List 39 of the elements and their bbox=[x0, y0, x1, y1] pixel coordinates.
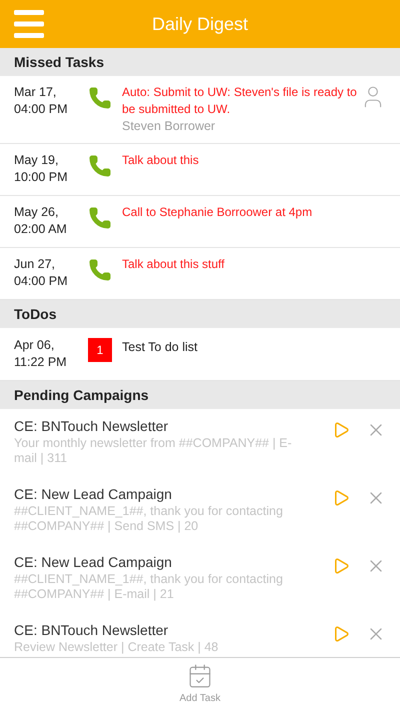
campaign-detail: Your monthly newsletter from ##COMPANY## | E-mail | 311 bbox=[14, 436, 293, 466]
task-date: Jun 27, bbox=[14, 256, 56, 273]
phone-icon bbox=[88, 258, 112, 282]
task-contact: Steven Borrower bbox=[122, 118, 216, 135]
menu-icon[interactable] bbox=[14, 9, 44, 39]
task-title[interactable]: Auto: Submit to UW: Steven's file is ready to be submitted to UW. bbox=[122, 84, 360, 118]
task-date: May 26, bbox=[14, 204, 60, 221]
todo-count-badge: 1 bbox=[88, 338, 112, 362]
play-icon[interactable] bbox=[332, 489, 350, 507]
phone-icon bbox=[88, 154, 112, 178]
play-icon[interactable] bbox=[332, 625, 350, 643]
phone-icon bbox=[88, 86, 112, 110]
campaign-detail: ##CLIENT_NAME_1##, thank you for contacting ##COMPANY## | Send SMS | 20 bbox=[14, 504, 284, 534]
todo-title[interactable]: Test To do list bbox=[122, 339, 198, 356]
phone-icon bbox=[88, 206, 112, 230]
header-title: Daily Digest bbox=[152, 12, 248, 36]
task-date: Apr 06, bbox=[14, 337, 56, 354]
calendar-icon bbox=[186, 663, 213, 689]
task-title[interactable]: Talk about this stuff bbox=[122, 256, 386, 273]
campaign-title[interactable]: CE: BNTouch Newsletter bbox=[14, 621, 302, 640]
task-date: May 19, bbox=[14, 152, 60, 169]
play-icon[interactable] bbox=[332, 557, 350, 575]
task-time: 10:00 PM bbox=[14, 169, 69, 186]
task-time: 04:00 PM bbox=[14, 273, 69, 290]
section-header: ToDos bbox=[0, 300, 400, 328]
campaign-detail: Review Newsletter | Create Task | 48 bbox=[14, 640, 220, 655]
section-header: Pending Campaigns bbox=[0, 381, 400, 409]
campaign-title[interactable]: CE: New Lead Campaign bbox=[14, 553, 302, 572]
task-time: 11:22 PM bbox=[14, 354, 68, 371]
task-date: Mar 17, bbox=[14, 84, 58, 101]
play-icon[interactable] bbox=[332, 421, 350, 439]
task-time: 02:00 AM bbox=[14, 221, 68, 238]
task-title[interactable]: Talk about this bbox=[122, 152, 386, 169]
task-time: 04:00 PM bbox=[14, 101, 69, 118]
campaign-title[interactable]: CE: BNTouch Newsletter bbox=[14, 417, 302, 436]
section-header: Missed Tasks bbox=[0, 48, 400, 76]
campaign-title[interactable]: CE: New Lead Campaign bbox=[14, 485, 302, 504]
task-title[interactable]: Call to Stephanie Borroower at 4pm bbox=[122, 204, 386, 221]
campaign-detail: ##CLIENT_NAME_1##, thank you for contacting ##COMPANY## | E-mail | 21 bbox=[14, 572, 284, 602]
